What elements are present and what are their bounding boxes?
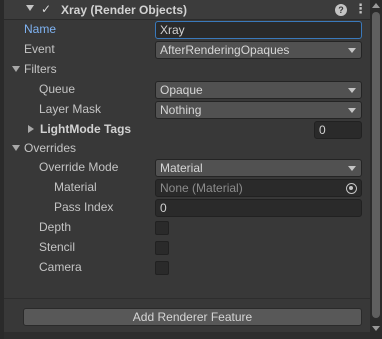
chevron-down-icon [348, 108, 356, 113]
lightmode-tags-foldout[interactable]: LightMode Tags 0 [0, 120, 370, 140]
override-mode-dropdown[interactable]: Material [155, 159, 362, 177]
override-mode-row: Override Mode Material [0, 158, 370, 178]
stencil-row: Stencil [0, 238, 370, 258]
pass-index-row: Pass Index 0 [0, 198, 370, 218]
name-row: Name Xray [0, 20, 370, 40]
event-label: Event [24, 42, 55, 56]
queue-dropdown[interactable]: Opaque [155, 81, 362, 99]
object-picker-icon[interactable] [346, 183, 357, 194]
material-label: Material [54, 180, 97, 194]
queue-value: Opaque [160, 83, 203, 97]
scrollbar-thumb[interactable] [372, 12, 380, 318]
kebab-menu-icon[interactable]: ⋮ [354, 2, 367, 16]
chevron-down-icon [348, 48, 356, 53]
foldout-arrow-icon[interactable] [12, 145, 20, 151]
event-row: Event AfterRenderingOpaques [0, 40, 370, 60]
camera-checkbox[interactable] [155, 261, 169, 275]
queue-row: Queue Opaque [0, 80, 370, 100]
collapse-arrow-icon[interactable] [26, 5, 34, 11]
layer-mask-value: Nothing [160, 103, 202, 117]
scroll-up-arrow-icon[interactable] [372, 3, 380, 8]
override-mode-label: Override Mode [39, 160, 119, 174]
material-object-field[interactable]: None (Material) [155, 179, 362, 197]
filters-label: Filters [24, 62, 57, 76]
feature-title: Xray (Render Objects) [61, 3, 188, 17]
pass-index-label: Pass Index [54, 200, 114, 214]
enabled-checkbox[interactable]: ✓ [41, 3, 54, 16]
camera-label: Camera [39, 260, 82, 274]
overrides-foldout[interactable]: Overrides [0, 139, 370, 159]
layer-mask-dropdown[interactable]: Nothing [155, 101, 362, 119]
depth-row: Depth [0, 218, 370, 238]
stencil-label: Stencil [39, 240, 76, 254]
stencil-checkbox[interactable] [155, 241, 169, 255]
scroll-down-arrow-icon[interactable] [372, 326, 380, 331]
override-mode-value: Material [160, 161, 203, 175]
name-input[interactable]: Xray [155, 21, 362, 39]
lightmode-tags-label: LightMode Tags [40, 122, 132, 136]
camera-row: Camera [0, 258, 370, 278]
material-value: None (Material) [160, 181, 243, 195]
name-label: Name [24, 22, 57, 36]
lightmode-tags-size-input[interactable]: 0 [314, 121, 362, 139]
event-dropdown[interactable]: AfterRenderingOpaques [155, 41, 362, 59]
foldout-arrow-icon[interactable] [12, 66, 20, 72]
chevron-down-icon [348, 166, 356, 171]
layer-mask-row: Layer Mask Nothing [0, 100, 370, 120]
pass-index-input[interactable]: 0 [155, 199, 362, 217]
queue-label: Queue [39, 82, 76, 96]
divider [4, 298, 370, 299]
depth-checkbox[interactable] [155, 221, 169, 235]
event-value: AfterRenderingOpaques [160, 43, 290, 57]
overrides-label: Overrides [24, 141, 77, 155]
feature-header[interactable]: ✓ Xray (Render Objects) ? ⋮ [4, 0, 370, 20]
chevron-down-icon [348, 88, 356, 93]
add-renderer-feature-button[interactable]: Add Renderer Feature [23, 308, 362, 326]
depth-label: Depth [39, 220, 72, 234]
bottom-edge [4, 332, 370, 339]
foldout-arrow-icon[interactable] [28, 125, 34, 133]
filters-foldout[interactable]: Filters [0, 60, 370, 80]
help-icon[interactable]: ? [335, 4, 347, 16]
material-row: Material None (Material) [0, 178, 370, 198]
layer-mask-label: Layer Mask [39, 102, 102, 116]
renderer-feature-inspector: ✓ Xray (Render Objects) ? ⋮ Name Xray Ev… [0, 0, 370, 339]
